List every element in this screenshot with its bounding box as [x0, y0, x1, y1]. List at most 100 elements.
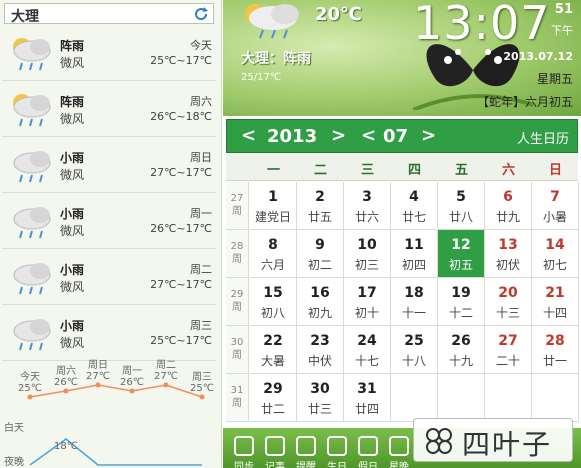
- day-number: 4: [409, 189, 419, 205]
- calendar-day-cell[interactable]: 6 廿九: [485, 182, 532, 230]
- day-number: 12: [451, 237, 471, 253]
- calendar-day-cell[interactable]: 8 六月: [250, 230, 297, 278]
- toolbar-button[interactable]: 星晚: [384, 436, 414, 468]
- forecast-row[interactable]: 小雨 微风 周二 27℃~17℃: [2, 249, 216, 305]
- calendar-day-cell[interactable]: 28 廿一: [532, 326, 579, 374]
- day-number: 28: [545, 333, 565, 349]
- prev-month-button[interactable]: <: [361, 125, 376, 146]
- calendar-day-cell[interactable]: 18 十一: [391, 278, 438, 326]
- star-icon: [389, 436, 409, 456]
- calendar-day-cell[interactable]: 10 初三: [344, 230, 391, 278]
- calendar: < 2013 > < 07 > 人生日历 一二三四五六日 27 周 1 建党日 2 廿五 3…: [223, 116, 581, 428]
- calendar-day-cell[interactable]: 17 初十: [344, 278, 391, 326]
- lunar-day: 十四: [542, 306, 567, 320]
- day-number: 1: [268, 189, 278, 205]
- toolbar-button[interactable]: 同步: [229, 436, 259, 468]
- forecast-wind: 微风: [60, 280, 85, 294]
- calendar-day-cell[interactable]: 2 廿五: [297, 182, 344, 230]
- lunar-day: 初五: [448, 258, 473, 272]
- calendar-day-cell[interactable]: 9 初二: [297, 230, 344, 278]
- high-temp-point: [63, 388, 69, 394]
- calendar-grid: 27 周 1 建党日 2 廿五 3 廿六 4 廿七 5 廿八 6 廿九 7 小暑 28 周 8 六月 9 初二 10 初三 11…: [226, 182, 579, 426]
- calendar-day-cell[interactable]: 15 初八: [250, 278, 297, 326]
- calendar-day-cell[interactable]: 3 廿六: [344, 182, 391, 230]
- week-number: 31 周: [226, 374, 249, 422]
- lunar-day: 廿一: [542, 354, 567, 368]
- forecast-row[interactable]: 小雨 微风 周一 26℃~17℃: [2, 193, 216, 249]
- high-temp-point: [163, 382, 169, 388]
- week-number-value: 28: [230, 241, 244, 252]
- forecast-condition: 小雨: [60, 207, 85, 221]
- calendar-day-cell[interactable]: 12 初五: [438, 230, 485, 278]
- week-suffix: 周: [232, 206, 242, 217]
- calendar-day-cell[interactable]: 19 十二: [438, 278, 485, 326]
- toolbar-label: 同步: [234, 462, 254, 468]
- calendar-day-cell[interactable]: 5 廿八: [438, 182, 485, 230]
- forecast-row[interactable]: 小雨 微风 周三 25℃~17℃: [2, 305, 216, 361]
- cloud-rain-icon: [13, 207, 51, 239]
- calendar-day-cell[interactable]: 21 十四: [532, 278, 579, 326]
- calendar-day-cell[interactable]: 20 十三: [485, 278, 532, 326]
- forecast-wind: 微风: [60, 56, 85, 70]
- calendar-day-cell[interactable]: 26 十九: [438, 326, 485, 374]
- calendar-day-cell[interactable]: 11 初四: [391, 230, 438, 278]
- toolbar-button[interactable]: 生日: [322, 436, 352, 468]
- next-year-button[interactable]: >: [331, 125, 346, 146]
- lunar-day: 大暑: [260, 354, 285, 368]
- high-temp-point: [27, 394, 33, 400]
- calendar-day-cell[interactable]: 29 廿二: [250, 374, 297, 422]
- calendar-day-cell[interactable]: 27 二十: [485, 326, 532, 374]
- calendar-day-cell[interactable]: 16 初九: [297, 278, 344, 326]
- trend-day-label: 周一: [122, 365, 142, 377]
- city-selector[interactable]: 大理: [4, 3, 214, 25]
- weekday-header: 三: [360, 163, 374, 178]
- birthday-icon: [327, 436, 347, 456]
- trend-high-label: 27℃: [86, 371, 110, 382]
- alarm-icon: [296, 436, 316, 456]
- week-number-value: 30: [230, 337, 244, 348]
- forecast-row[interactable]: 小雨 微风 周日 27℃~17℃: [2, 137, 216, 193]
- lunar-day: 初十: [354, 306, 379, 320]
- toolbar-label: 生日: [327, 462, 347, 468]
- forecast-temp: 25℃~17℃: [150, 334, 212, 347]
- toolbar-button[interactable]: 记事: [260, 436, 290, 468]
- lunar-day: 十一: [401, 306, 426, 320]
- temperature-trend-chart: 今天25℃周六26℃周日27℃ 周一26℃周二27℃ 周三25℃白天夜晚18℃: [4, 359, 214, 468]
- lunar-day: 十二: [448, 306, 473, 320]
- forecast-condition: 阵雨: [60, 95, 85, 109]
- calendar-day-cell[interactable]: 23 中伏: [297, 326, 344, 374]
- week-number: 27 周: [226, 182, 249, 230]
- day-number: 20: [498, 285, 518, 301]
- calendar-day-cell[interactable]: 22 大暑: [250, 326, 297, 374]
- calendar-day-cell[interactable]: 30 廿三: [297, 374, 344, 422]
- life-calendar-link[interactable]: 人生日历: [517, 128, 569, 147]
- calendar-month[interactable]: 07: [383, 126, 408, 147]
- prev-year-button[interactable]: <: [241, 125, 256, 146]
- lunar-day: 初四: [401, 258, 426, 272]
- calendar-day-cell: [532, 374, 579, 422]
- forecast-wind: 微风: [60, 336, 85, 350]
- week-number-value: 27: [230, 193, 244, 204]
- calendar-day-cell[interactable]: 14 初七: [532, 230, 579, 278]
- calendar-day-cell[interactable]: 31 廿四: [344, 374, 391, 422]
- forecast-row[interactable]: 阵雨 微风 今天 25℃~17℃: [2, 25, 216, 81]
- calendar-day-cell[interactable]: 7 小暑: [532, 182, 579, 230]
- cloud-rain-sun-icon: [13, 94, 51, 127]
- lunar-day: 廿五: [307, 210, 332, 224]
- day-number: 16: [310, 285, 330, 301]
- calendar-year[interactable]: 2013: [267, 126, 317, 147]
- refresh-icon[interactable]: [193, 6, 209, 22]
- city-weather: 大理：阵雨: [241, 51, 311, 67]
- day-number: 7: [550, 189, 560, 205]
- toolbar-button[interactable]: 提醒: [291, 436, 321, 468]
- toolbar-button[interactable]: 假日: [353, 436, 383, 468]
- calendar-day-cell[interactable]: 13 初伏: [485, 230, 532, 278]
- calendar-day-cell[interactable]: 24 十七: [344, 326, 391, 374]
- day-number: 10: [357, 237, 377, 253]
- calendar-day-cell[interactable]: 4 廿七: [391, 182, 438, 230]
- cloud-rain-icon: [13, 319, 51, 351]
- calendar-day-cell[interactable]: 25 十八: [391, 326, 438, 374]
- next-month-button[interactable]: >: [421, 125, 436, 146]
- forecast-row[interactable]: 阵雨 微风 周六 26℃~18℃: [2, 81, 216, 137]
- calendar-day-cell[interactable]: 1 建党日: [250, 182, 297, 230]
